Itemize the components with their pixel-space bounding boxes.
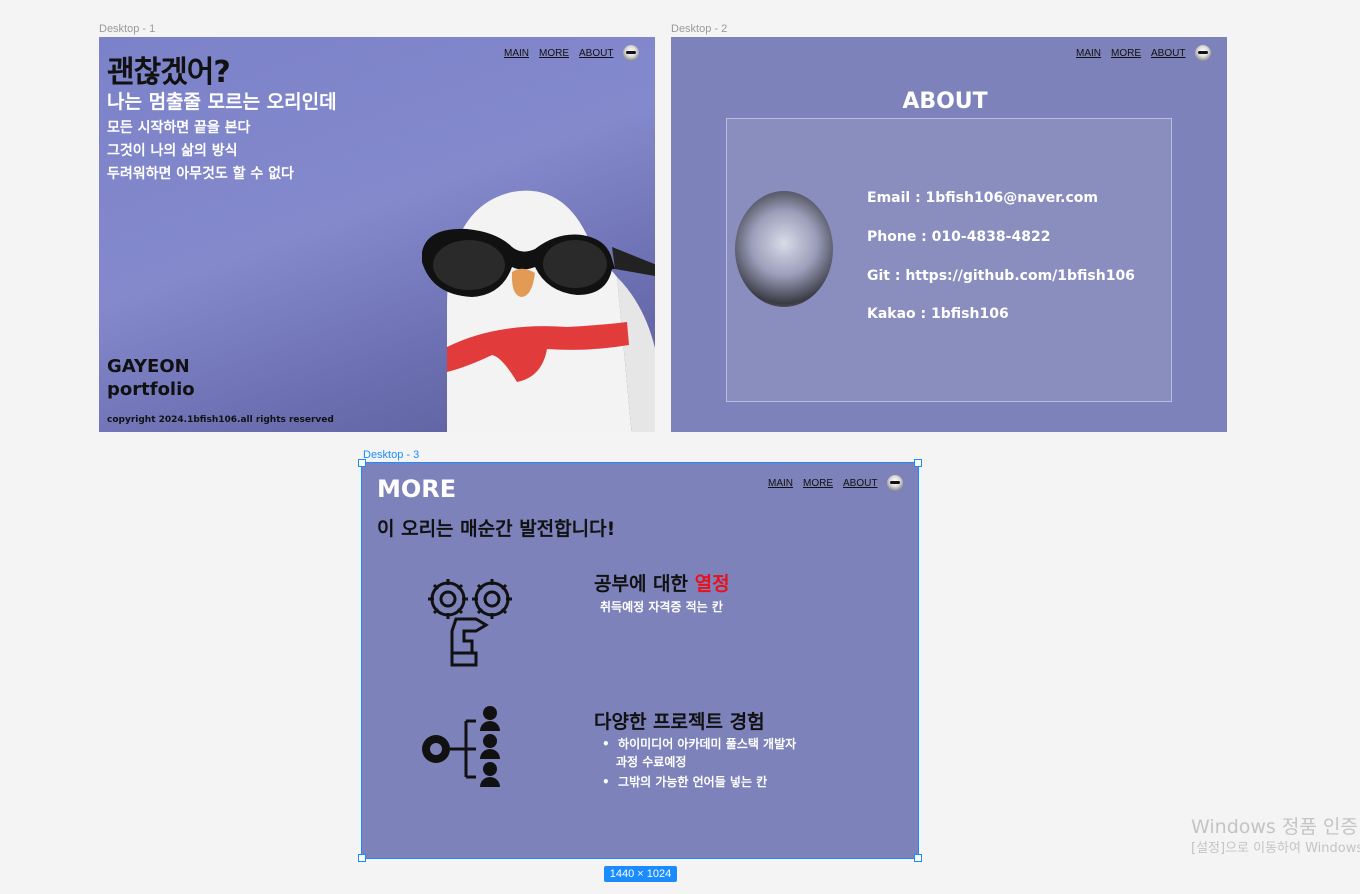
section-passion-text: 취득예정 자격증 적는 칸 [600, 600, 723, 614]
section-passion-heading: 공부에 대한 열정 [594, 569, 730, 596]
windows-activation-watermark: Windows 정품 인증 [1191, 816, 1358, 838]
about-card: Email : 1bfish106@naver.com Phone : 010-… [726, 118, 1172, 402]
contact-email: Email : 1bfish106@naver.com [867, 190, 1098, 206]
nav-main-link[interactable]: MAIN [768, 478, 793, 489]
name-line: portfolio [107, 379, 195, 400]
name-line: GAYEON [107, 356, 190, 377]
desktop-3-frame[interactable]: MORE MAIN MORE ABOUT 이 오리는 매순간 발전합니다! 공부… [362, 463, 918, 858]
heading-text: 공부에 대한 [594, 573, 695, 595]
avatar[interactable] [887, 475, 904, 491]
windows-activation-hint: [설정]으로 이동하여 Windows [1191, 841, 1360, 856]
nav-more-link[interactable]: MORE [803, 478, 833, 489]
more-title: MORE [377, 475, 457, 503]
frame-label-desktop-3[interactable]: Desktop - 3 [363, 449, 419, 461]
resize-handle[interactable] [358, 854, 366, 862]
hero-line: 모든 시작하면 끝을 본다 [107, 120, 251, 136]
bullet-item: • 하이미디어 아카데미 풀스택 개발자 [602, 737, 797, 751]
nav-more-link[interactable]: MORE [1111, 48, 1141, 59]
bullet-text: 그밖의 가능한 언어들 넣는 칸 [618, 775, 768, 789]
bullet-text: 하이미디어 아카데미 풀스택 개발자 [618, 737, 797, 751]
gears-hand-icon [428, 579, 512, 667]
resize-handle[interactable] [358, 459, 366, 467]
portfolio-name: GAYEON portfolio [107, 355, 195, 401]
hero-title: 괜찮겠어? [107, 55, 231, 90]
nav-about-link[interactable]: ABOUT [843, 478, 877, 489]
nav-about-link[interactable]: ABOUT [579, 48, 613, 59]
nav-main-link[interactable]: MAIN [504, 48, 529, 59]
contact-kakao: Kakao : 1bfish106 [867, 306, 1009, 322]
gear-people-icon [422, 706, 500, 787]
hero-subtitle: 나는 멈출줄 모르는 오리인데 [107, 91, 337, 113]
resize-handle[interactable] [914, 459, 922, 467]
nav-about-link[interactable]: ABOUT [1151, 48, 1185, 59]
nav-main-link[interactable]: MAIN [1076, 48, 1101, 59]
bullet-continuation: 과정 수료예정 [616, 755, 687, 769]
resize-handle[interactable] [914, 854, 922, 862]
nav-bar: MAIN MORE ABOUT [1076, 45, 1212, 61]
frame-label-desktop-1[interactable]: Desktop - 1 [99, 23, 155, 35]
bullet-item: • 그밖의 가능한 언어들 넣는 칸 [602, 775, 768, 789]
selection-size-badge: 1440 × 1024 [604, 866, 677, 882]
duck-mascot-image [422, 190, 655, 432]
contact-phone: Phone : 010-4838-4822 [867, 229, 1051, 245]
desktop-2-frame[interactable]: MAIN MORE ABOUT ABOUT Email : 1bfish106@… [671, 37, 1227, 432]
nav-bar: MAIN MORE ABOUT [768, 475, 904, 491]
avatar[interactable] [1195, 45, 1212, 61]
desktop-1-frame[interactable]: 괜찮겠어? 나는 멈출줄 모르는 오리인데 모든 시작하면 끝을 본다 그것이 … [99, 37, 655, 432]
copyright-text: copyright 2024.1bfish106.all rights rese… [107, 415, 334, 425]
hero-line: 두려워하면 아무것도 할 수 없다 [107, 166, 294, 182]
section-projects-heading: 다양한 프로젝트 경험 [594, 711, 765, 733]
about-title: ABOUT [902, 89, 988, 114]
hero-line: 그것이 나의 삶의 방식 [107, 143, 238, 159]
profile-photo [735, 191, 833, 307]
nav-bar: MAIN MORE ABOUT [504, 45, 640, 61]
avatar[interactable] [623, 45, 640, 61]
more-subtitle: 이 오리는 매순간 발전합니다! [377, 518, 616, 540]
nav-more-link[interactable]: MORE [539, 48, 569, 59]
frame-label-desktop-2[interactable]: Desktop - 2 [671, 23, 727, 35]
heading-highlight: 열정 [694, 573, 730, 595]
contact-git: Git : https://github.com/1bfish106 [867, 268, 1135, 284]
